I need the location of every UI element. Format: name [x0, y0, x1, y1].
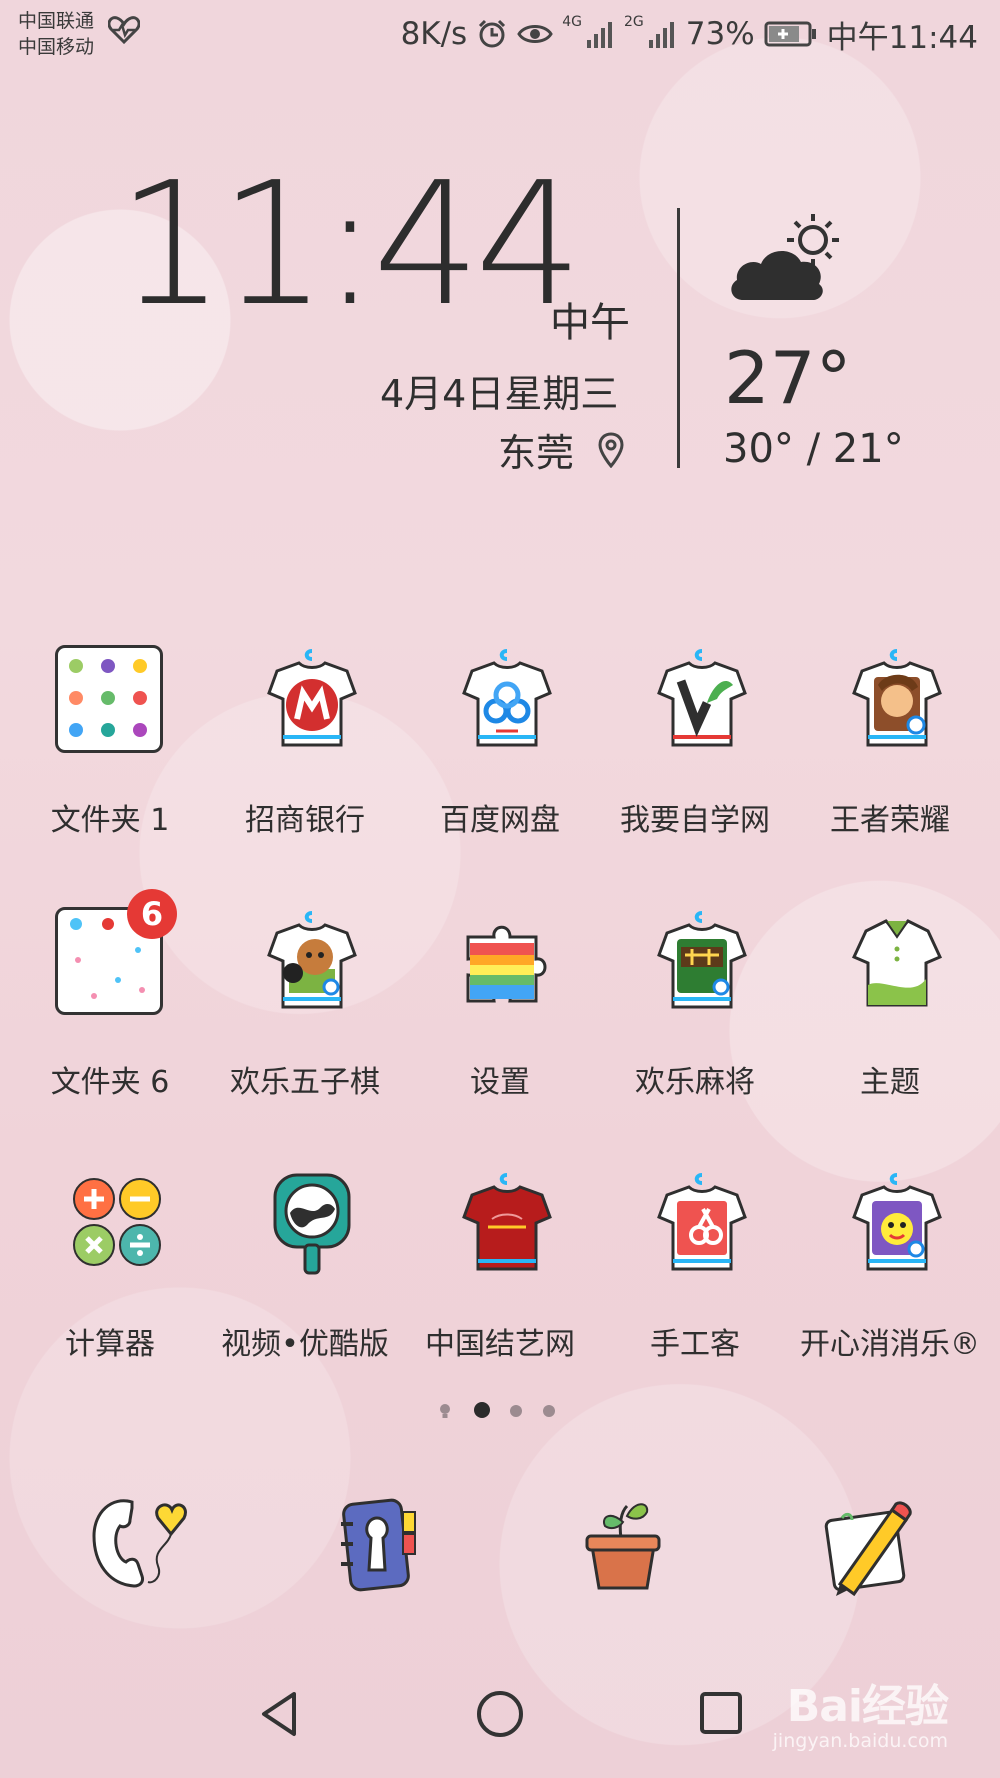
signal-bars-1-icon: [586, 22, 612, 48]
battery-percent: 73%: [685, 16, 755, 52]
app-label: 开心消消乐®: [800, 1327, 980, 1362]
app-label: 文件夹 1: [50, 803, 170, 838]
youku-icon: [273, 1173, 351, 1275]
honor-of-kings-icon: [852, 649, 942, 747]
temperature-range: 30° / 21°: [723, 426, 904, 472]
app-row-2: 6 文件夹 6 欢乐五子棋 设置 欢乐麻将 主题: [12, 889, 988, 1169]
woyaozixue-icon: [657, 649, 747, 747]
notes-icon[interactable]: [812, 1488, 922, 1598]
contacts-icon[interactable]: [325, 1488, 435, 1598]
current-temperature: 27°: [724, 336, 852, 420]
widget-divider: [677, 208, 680, 468]
signal-type-2: 2G: [623, 14, 644, 30]
baidu-jingyan-watermark: Bai经验 jingyan.baidu.com: [772, 1670, 949, 1752]
app-label: 王者荣耀: [830, 803, 950, 838]
status-indicators: 8K/s 4G 2G 73% 中午11:44: [401, 10, 978, 58]
network-speed: 8K/s: [400, 16, 468, 52]
app-folder-1[interactable]: 文件夹 1: [12, 645, 208, 865]
app-woyaozixue[interactable]: 我要自学网: [597, 645, 793, 865]
heart-rate-icon: [108, 16, 140, 44]
page-dot[interactable]: [510, 1405, 522, 1417]
app-label: 视频•优酷版: [221, 1327, 389, 1362]
notification-badge: 6: [127, 889, 177, 939]
app-row-1: 文件夹 1 招商银行 百度网盘 我要自学网 王者荣耀: [12, 645, 988, 907]
app-grid: 文件夹 1 招商银行 百度网盘 我要自学网 王者荣耀 6 文件夹 6 欢乐五子棋…: [12, 645, 988, 1431]
app-happy-match[interactable]: 开心消消乐®: [792, 1169, 988, 1389]
app-calculator[interactable]: 计算器: [12, 1169, 208, 1389]
gomoku-icon: [267, 911, 357, 1009]
app-label: 我要自学网: [620, 803, 770, 838]
app-cmb-bank[interactable]: 招商银行: [207, 645, 403, 865]
theme-icon: [851, 919, 943, 1007]
app-label: 手工客: [650, 1327, 740, 1362]
clock-ampm: 中午: [550, 300, 630, 346]
app-label: 文件夹 6: [50, 1065, 170, 1100]
happy-match-icon: [852, 1173, 942, 1271]
carrier-labels: 中国联通 中国移动: [18, 8, 94, 60]
app-chinese-knot[interactable]: 中国结艺网: [402, 1169, 598, 1389]
home-icon[interactable]: [470, 1684, 530, 1744]
status-time: 中午11:44: [826, 19, 978, 56]
carrier-1: 中国联通: [18, 10, 95, 32]
back-icon[interactable]: [250, 1684, 310, 1744]
app-label: 计算器: [65, 1327, 155, 1362]
location-label: 东莞: [498, 431, 575, 475]
signal-bars-2-icon: [648, 22, 674, 48]
mahjong-icon: [657, 911, 747, 1009]
baidu-netdisk-icon: [462, 649, 552, 747]
calculator-icon: [73, 1178, 161, 1266]
app-baidu-netdisk[interactable]: 百度网盘: [402, 645, 598, 865]
app-label: 百度网盘: [440, 803, 560, 838]
plant-pot-icon[interactable]: [567, 1488, 677, 1598]
app-label: 欢乐麻将: [635, 1065, 755, 1100]
partly-cloudy-icon[interactable]: [727, 210, 847, 310]
recents-icon[interactable]: [692, 1684, 752, 1744]
chinese-knot-icon: [462, 1173, 552, 1271]
app-row-3: 计算器 视频•优酷版 中国结艺网 手工客 开心消消乐®: [12, 1169, 988, 1431]
signal-type-1: 4G: [562, 14, 582, 30]
alarm-icon: [479, 19, 506, 48]
app-label: 中国结艺网: [425, 1327, 575, 1362]
dock: [0, 1488, 1000, 1608]
app-label: 设置: [470, 1065, 530, 1100]
app-settings[interactable]: 设置: [402, 907, 598, 1127]
app-honor-of-kings[interactable]: 王者荣耀: [792, 645, 988, 865]
cmb-bank-icon: [267, 649, 357, 747]
app-label: 欢乐五子棋: [230, 1065, 380, 1100]
handcraft-icon: [657, 1173, 747, 1271]
watermark-url: jingyan.baidu.com: [772, 1730, 948, 1752]
clock-date: 4月4日星期三: [380, 372, 619, 416]
page-dot-current[interactable]: [474, 1402, 490, 1418]
phone-icon[interactable]: [82, 1488, 192, 1598]
app-theme[interactable]: 主题: [792, 907, 988, 1127]
location-pin-icon: [598, 432, 624, 468]
folder-icon: [55, 645, 163, 753]
page-dot[interactable]: [543, 1405, 555, 1417]
app-label: 招商银行: [245, 803, 365, 838]
app-gomoku[interactable]: 欢乐五子棋: [207, 907, 403, 1127]
watermark-logo: Bai经验: [786, 1681, 949, 1732]
clock-weather-widget[interactable]: 11:44 中午 4月4日星期三 东莞 27° 30° / 21°: [0, 160, 1000, 480]
battery-charging-icon: [764, 21, 816, 47]
clock-time[interactable]: 11:44: [117, 160, 583, 330]
settings-icon: [466, 925, 547, 1003]
app-mahjong[interactable]: 欢乐麻将: [597, 907, 793, 1127]
folder-preview-icons: [69, 659, 147, 737]
page-indicators[interactable]: [438, 1400, 568, 1420]
tips-bulb-icon[interactable]: [438, 1402, 452, 1420]
app-folder-6[interactable]: 6 文件夹 6: [12, 889, 208, 1127]
carrier-2: 中国移动: [18, 36, 95, 58]
app-youku[interactable]: 视频•优酷版: [207, 1169, 403, 1389]
app-handcraft[interactable]: 手工客: [597, 1169, 793, 1389]
app-label: 主题: [860, 1065, 920, 1100]
eye-comfort-icon: [517, 25, 553, 43]
status-bar: 中国联通 中国移动 8K/s 4G 2G 73% 中午11:44: [0, 0, 1000, 70]
